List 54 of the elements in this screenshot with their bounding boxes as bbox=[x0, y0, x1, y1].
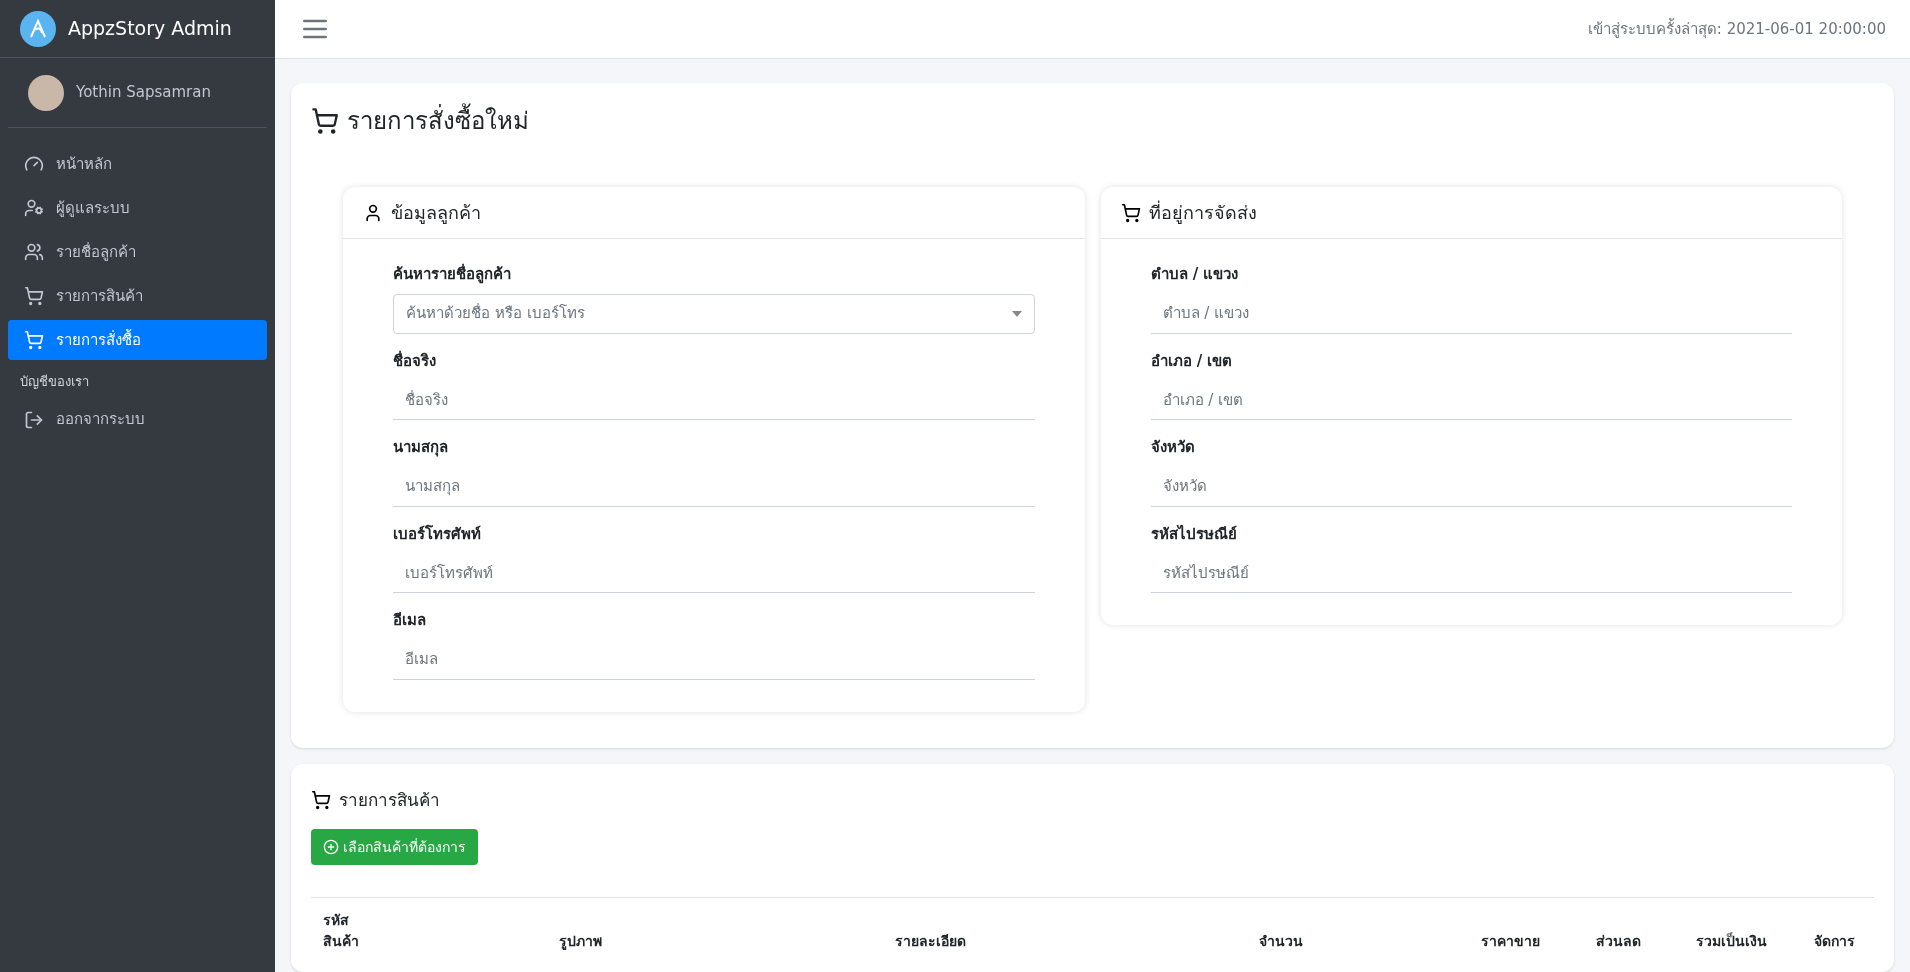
sidebar-item[interactable]: ผู้ดูแลระบบ bbox=[8, 188, 267, 228]
search-select[interactable]: ค้นหาด้วยชื่อ หรือ เบอร์โทร bbox=[393, 293, 1035, 334]
field-label: อีเมล bbox=[393, 610, 427, 631]
page-title: รายการสั่งซื้อใหม่ bbox=[347, 103, 529, 139]
field-label: รหัสไปรษณีย์ bbox=[1150, 523, 1238, 545]
column-header: ส่วนลด bbox=[1594, 932, 1642, 951]
logo-icon bbox=[20, 10, 56, 47]
input-field[interactable]: นามสกุล bbox=[393, 466, 1035, 507]
input-field[interactable]: อำเภอ / เขต bbox=[1150, 380, 1792, 420]
input-field[interactable]: ชื่อจริง bbox=[393, 380, 1035, 420]
field-label: ตำบล / แขวง bbox=[1150, 264, 1240, 285]
brand-name: AppzStory Admin bbox=[68, 16, 232, 42]
field-label: ค้นหารายชื่อลูกค้า bbox=[393, 263, 512, 286]
users-icon bbox=[24, 242, 44, 262]
field-label: จังหวัด bbox=[1150, 437, 1196, 458]
sidebar-item[interactable]: รายชื่อลูกค้า bbox=[8, 232, 267, 272]
input-field[interactable]: อีเมล bbox=[393, 639, 1035, 680]
last-login-text: เข้าสู่ระบบครั้งล่าสุด: 2021-06-01 20:00:00 bbox=[1587, 17, 1886, 41]
avatar bbox=[28, 74, 64, 111]
input-field[interactable]: รหัสไปรษณีย์ bbox=[1150, 553, 1792, 593]
card-title: ที่อยู่การจัดส่ง bbox=[1148, 199, 1257, 226]
cart-icon bbox=[24, 330, 44, 350]
column-header: จัดการ bbox=[1812, 932, 1856, 951]
cart-icon bbox=[311, 790, 331, 811]
user-gear-icon bbox=[24, 198, 44, 218]
sidebar-item[interactable]: หน้าหลัก bbox=[8, 144, 267, 184]
field-label: อำเภอ / เขต bbox=[1150, 350, 1234, 372]
input-field[interactable]: เบอร์โทรศัพท์ bbox=[393, 553, 1035, 593]
cart-icon bbox=[311, 107, 339, 135]
input-field[interactable]: ตำบล / แขวง bbox=[1150, 293, 1792, 334]
gauge-icon bbox=[24, 154, 44, 174]
field-label: เบอร์โทรศัพท์ bbox=[393, 523, 482, 545]
user-icon bbox=[363, 202, 383, 223]
sidebar-item[interactable]: รายการสินค้า bbox=[8, 276, 267, 316]
column-header: รูปภาพ bbox=[557, 932, 603, 952]
section-title: รายการสินค้า bbox=[339, 788, 440, 812]
caret-icon bbox=[1011, 310, 1022, 317]
sidebar-item[interactable]: ออกจากระบบ bbox=[8, 399, 267, 440]
column-header: จำนวน bbox=[1257, 932, 1304, 951]
input-field[interactable]: จังหวัด bbox=[1150, 466, 1792, 507]
column-header: รายละเอียด bbox=[894, 932, 967, 951]
logout-icon bbox=[24, 409, 44, 430]
column-header: รหัส สินค้า bbox=[322, 911, 360, 951]
section-heading: บัญชีของเรา bbox=[19, 373, 90, 391]
user-name: Yothin Sapsamran bbox=[76, 82, 211, 104]
sidebar-item[interactable]: รายการสั่งซื้อ bbox=[8, 320, 267, 360]
field-label: ชื่อจริง bbox=[393, 349, 437, 372]
column-header: ราคาขาย bbox=[1479, 932, 1541, 951]
field-label: นามสกุล bbox=[393, 437, 449, 459]
cart-icon bbox=[1120, 202, 1141, 223]
column-header: รวมเป็นเงิน bbox=[1694, 931, 1768, 951]
card-title: ข้อมูลลูกค้า bbox=[391, 201, 481, 226]
plus-icon bbox=[323, 839, 339, 855]
cart-icon bbox=[24, 286, 44, 306]
